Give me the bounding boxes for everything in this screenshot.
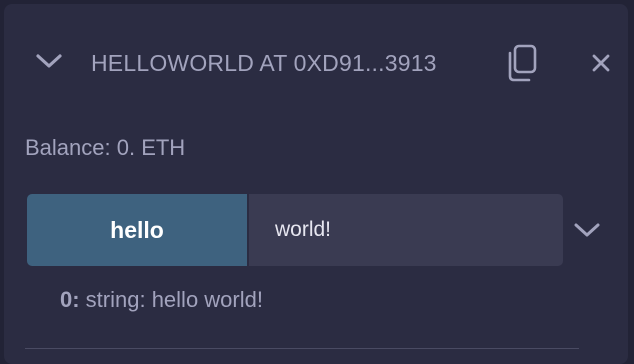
collapse-button[interactable]	[32, 46, 66, 76]
expand-arguments-button[interactable]	[567, 212, 607, 248]
chevron-down-icon	[36, 54, 62, 68]
result-index: 0:	[60, 287, 80, 312]
contract-panel: HELLOWORLD AT 0XD91...3913 Balance: 0. E…	[4, 4, 628, 364]
copy-address-button[interactable]	[502, 43, 542, 83]
hello-function-button[interactable]: hello	[27, 194, 247, 266]
copy-icon	[508, 44, 537, 82]
result-value: string: hello world!	[79, 287, 263, 312]
balance-label: Balance: 0. ETH	[25, 135, 186, 160]
close-icon	[592, 54, 610, 72]
contract-header: HELLOWORLD AT 0XD91...3913	[4, 4, 628, 122]
function-result: 0: string: hello world!	[60, 286, 263, 314]
function-argument-input[interactable]	[249, 194, 563, 266]
close-button[interactable]	[586, 48, 616, 78]
app-frame: HELLOWORLD AT 0XD91...3913 Balance: 0. E…	[0, 0, 634, 364]
contract-title: HELLOWORLD AT 0XD91...3913	[91, 50, 437, 76]
divider	[25, 348, 579, 349]
function-row: hello	[27, 194, 627, 266]
chevron-down-icon	[574, 223, 600, 237]
